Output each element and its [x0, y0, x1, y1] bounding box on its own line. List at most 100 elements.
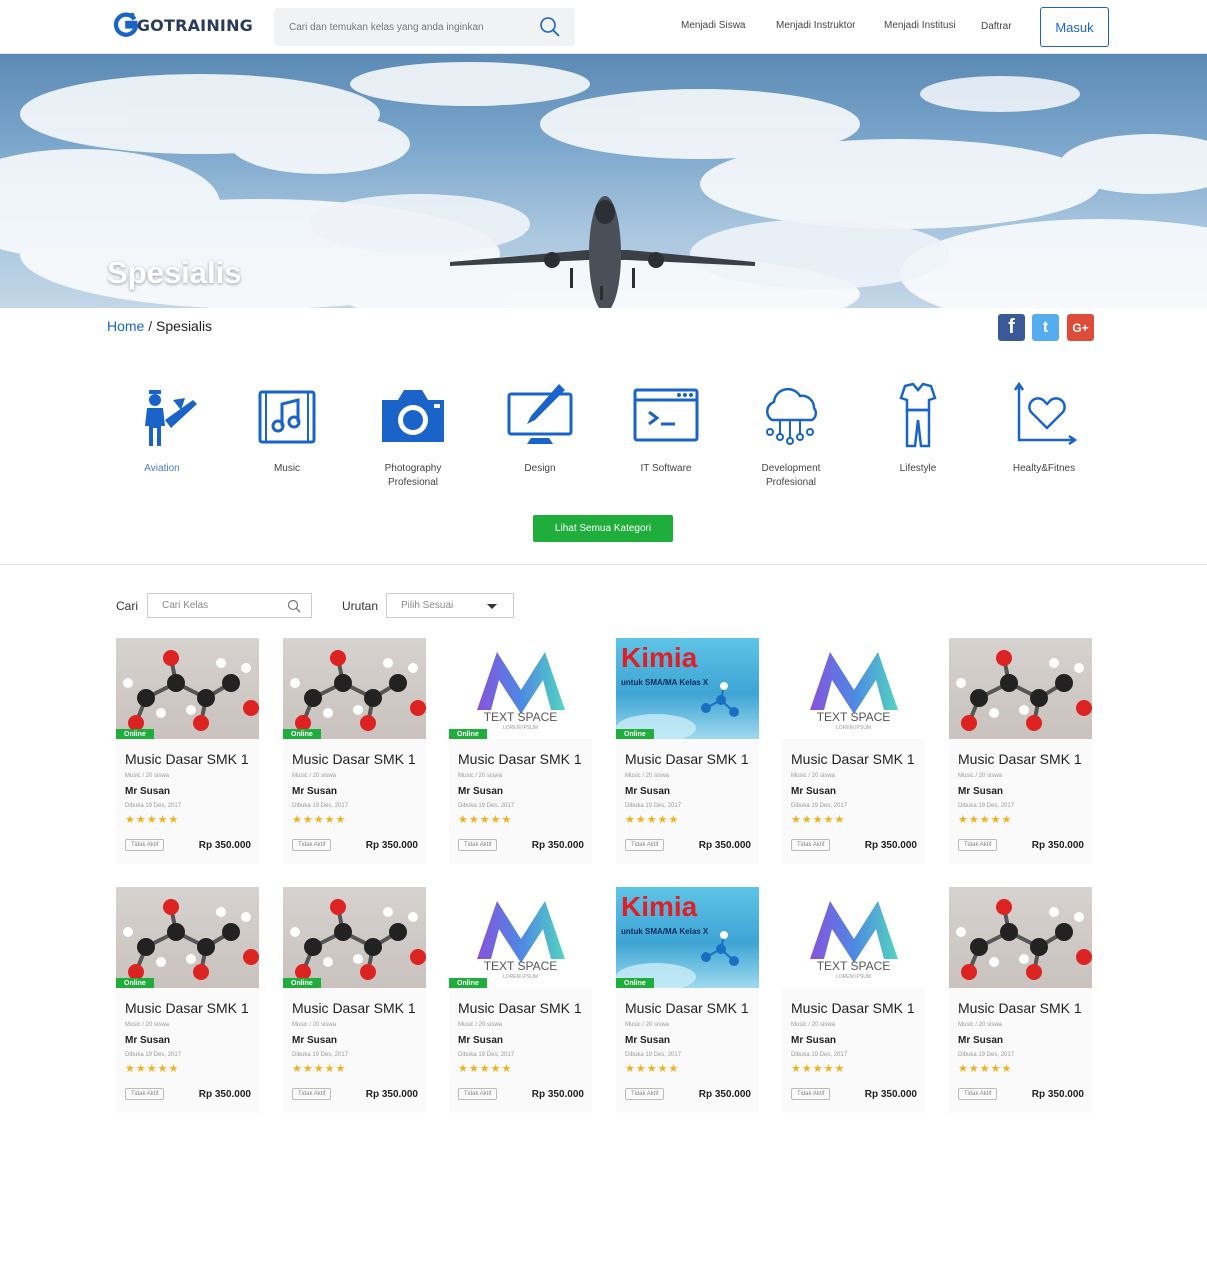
course-card[interactable]: TEXT SPACE LOREM IPSUM Music Dasar SMK 1 Mu… — [782, 887, 925, 1113]
breadcrumb-current: Spesialis — [156, 318, 213, 334]
star-icon: ★ — [635, 1063, 647, 1075]
star-icon: ★ — [458, 1063, 469, 1075]
course-category: Music / 20 siswa — [458, 1022, 503, 1028]
star-icon: ★ — [812, 814, 824, 826]
course-title[interactable]: Music Dasar SMK 1 — [283, 739, 426, 767]
course-title[interactable]: Music Dasar SMK 1 — [782, 739, 925, 767]
course-title[interactable]: Music Dasar SMK 1 — [449, 739, 592, 767]
breadcrumb-home[interactable]: Home — [107, 318, 144, 334]
course-footer: Tidak Aktif Rp 350.000 — [625, 1088, 751, 1100]
category-label: Photography Profesional — [384, 463, 442, 488]
course-footer: Tidak Aktif Rp 350.000 — [458, 1088, 584, 1100]
logo[interactable]: GOTRAINING — [113, 7, 253, 43]
category-aviation[interactable]: Aviation — [107, 380, 217, 476]
course-title[interactable]: Music Dasar SMK 1 — [782, 988, 925, 1016]
course-thumbnail[interactable] — [949, 887, 1092, 988]
section-divider — [0, 564, 1207, 565]
course-thumbnail[interactable]: Kimia untuk SMA/MA Kelas X Online — [616, 887, 759, 988]
course-thumbnail[interactable]: Online — [116, 887, 259, 988]
view-all-categories-button[interactable]: Lihat Semua Kategori — [533, 515, 673, 542]
star-icon: ★ — [292, 1063, 303, 1075]
search-icon[interactable] — [539, 16, 561, 38]
category-label: IT Software — [640, 463, 692, 474]
course-thumbnail[interactable]: Online — [283, 887, 426, 988]
course-title[interactable]: Music Dasar SMK 1 — [949, 739, 1092, 767]
course-price: Rp 350.000 — [531, 839, 584, 851]
course-instructor: Mr Susan — [958, 1035, 1004, 1046]
star-icon: ★ — [501, 1063, 513, 1075]
molecule-image — [956, 899, 1092, 980]
category-music[interactable]: Music — [232, 380, 342, 476]
rating-stars: ★★★★★ — [782, 1058, 925, 1075]
course-title[interactable]: Music Dasar SMK 1 — [116, 988, 259, 1016]
category-it-software[interactable]: IT Software — [611, 380, 721, 476]
course-card[interactable]: TEXT SPACE LOREM IPSUM Music Dasar SMK 1 Mu… — [782, 638, 925, 864]
course-thumbnail[interactable] — [949, 638, 1092, 739]
facebook-icon[interactable]: f — [998, 314, 1025, 341]
twitter-icon[interactable]: t — [1032, 314, 1059, 341]
course-thumbnail[interactable]: TEXT SPACE LOREM IPSUM — [782, 887, 925, 988]
course-price: Rp 350.000 — [531, 1088, 584, 1100]
course-date: Dibuka 19 Des, 2017 — [292, 803, 349, 809]
star-icon: ★ — [490, 814, 502, 826]
star-icon: ★ — [979, 1063, 991, 1075]
category-design[interactable]: Design — [485, 380, 595, 476]
course-title[interactable]: Music Dasar SMK 1 — [949, 988, 1092, 1016]
star-icon: ★ — [657, 1063, 669, 1075]
course-card[interactable]: Online Music Dasar SMK 1 Music / 20 siswa M… — [283, 887, 426, 1113]
course-card[interactable]: Online Music Dasar SMK 1 Music / 20 siswa M… — [116, 887, 259, 1113]
search-icon[interactable] — [287, 599, 301, 613]
kimia-molecule-image — [616, 931, 739, 988]
nav-daftar[interactable]: Daftrar — [981, 21, 1012, 32]
header-search-placeholder: Cari dan temukan kelas yang anda inginka… — [289, 21, 484, 33]
google-plus-icon[interactable]: G+ — [1067, 314, 1094, 341]
online-badge: Online — [449, 978, 487, 988]
breadcrumb: Home / Spesialis — [107, 318, 212, 334]
class-search-input[interactable]: Cari Kelas — [147, 593, 312, 618]
course-thumbnail[interactable]: TEXT SPACE LOREM IPSUM — [782, 638, 925, 739]
course-title[interactable]: Music Dasar SMK 1 — [616, 739, 759, 767]
course-date: Dibuka 19 Des, 2017 — [958, 1052, 1015, 1058]
course-category: Music / 20 siswa — [625, 1022, 670, 1028]
course-thumbnail[interactable]: TEXT SPACE LOREM IPSUM Online — [449, 638, 592, 739]
course-category: Music / 20 siswa — [292, 773, 337, 779]
category-label: Healty&Fitnes — [1012, 463, 1076, 474]
star-icon: ★ — [168, 814, 180, 826]
course-title[interactable]: Music Dasar SMK 1 — [616, 988, 759, 1016]
course-thumbnail[interactable]: Online — [116, 638, 259, 739]
course-card[interactable]: Online Music Dasar SMK 1 Music / 20 siswa M… — [283, 638, 426, 864]
sort-select[interactable]: Pilih Sesuai — [386, 593, 514, 618]
nav-menjadi-institusi[interactable]: Menjadi Institusi — [884, 20, 956, 31]
online-badge: Online — [616, 729, 654, 739]
star-icon: ★ — [990, 1063, 1002, 1075]
category-lifestyle[interactable]: Lifestyle — [863, 380, 973, 476]
nav-menjadi-instruktor[interactable]: Menjadi Instruktor — [776, 20, 855, 31]
course-footer: Tidak Aktif Rp 350.000 — [292, 1088, 418, 1100]
course-card[interactable]: Kimia untuk SMA/MA Kelas X Online Music Das… — [616, 887, 759, 1113]
category-photography[interactable]: Photography Profesional — [358, 380, 468, 490]
course-title[interactable]: Music Dasar SMK 1 — [283, 988, 426, 1016]
header-search[interactable]: Cari dan temukan kelas yang anda inginka… — [274, 8, 575, 46]
course-category: Music / 20 siswa — [458, 773, 503, 779]
status-badge: Tidak Aktif — [458, 839, 498, 851]
course-card[interactable]: Music Dasar SMK 1 Music / 20 siswa Mr Susa… — [949, 887, 1092, 1113]
login-button[interactable]: Masuk — [1040, 7, 1109, 47]
star-icon: ★ — [468, 814, 480, 826]
course-thumbnail[interactable]: TEXT SPACE LOREM IPSUM Online — [449, 887, 592, 988]
course-card[interactable]: TEXT SPACE LOREM IPSUM Online Music Dasar S… — [449, 638, 592, 864]
course-title[interactable]: Music Dasar SMK 1 — [116, 739, 259, 767]
star-icon: ★ — [479, 814, 491, 826]
music-icon — [258, 390, 316, 444]
star-icon: ★ — [1001, 1063, 1013, 1075]
course-card[interactable]: Online Music Dasar SMK 1 Music / 20 siswa M… — [116, 638, 259, 864]
course-card[interactable]: Music Dasar SMK 1 Music / 20 siswa Mr Susa… — [949, 638, 1092, 864]
course-title[interactable]: Music Dasar SMK 1 — [449, 988, 592, 1016]
category-development[interactable]: Development Profesional — [736, 380, 846, 490]
course-thumbnail[interactable]: Online — [283, 638, 426, 739]
molecule-image — [290, 650, 426, 731]
course-card[interactable]: Kimia untuk SMA/MA Kelas X Online Music Das… — [616, 638, 759, 864]
category-health-fitness[interactable]: Healty&Fitnes — [989, 380, 1099, 476]
nav-menjadi-siswa[interactable]: Menjadi Siswa — [681, 20, 745, 31]
course-thumbnail[interactable]: Kimia untuk SMA/MA Kelas X Online — [616, 638, 759, 739]
course-card[interactable]: TEXT SPACE LOREM IPSUM Online Music Dasar S… — [449, 887, 592, 1113]
